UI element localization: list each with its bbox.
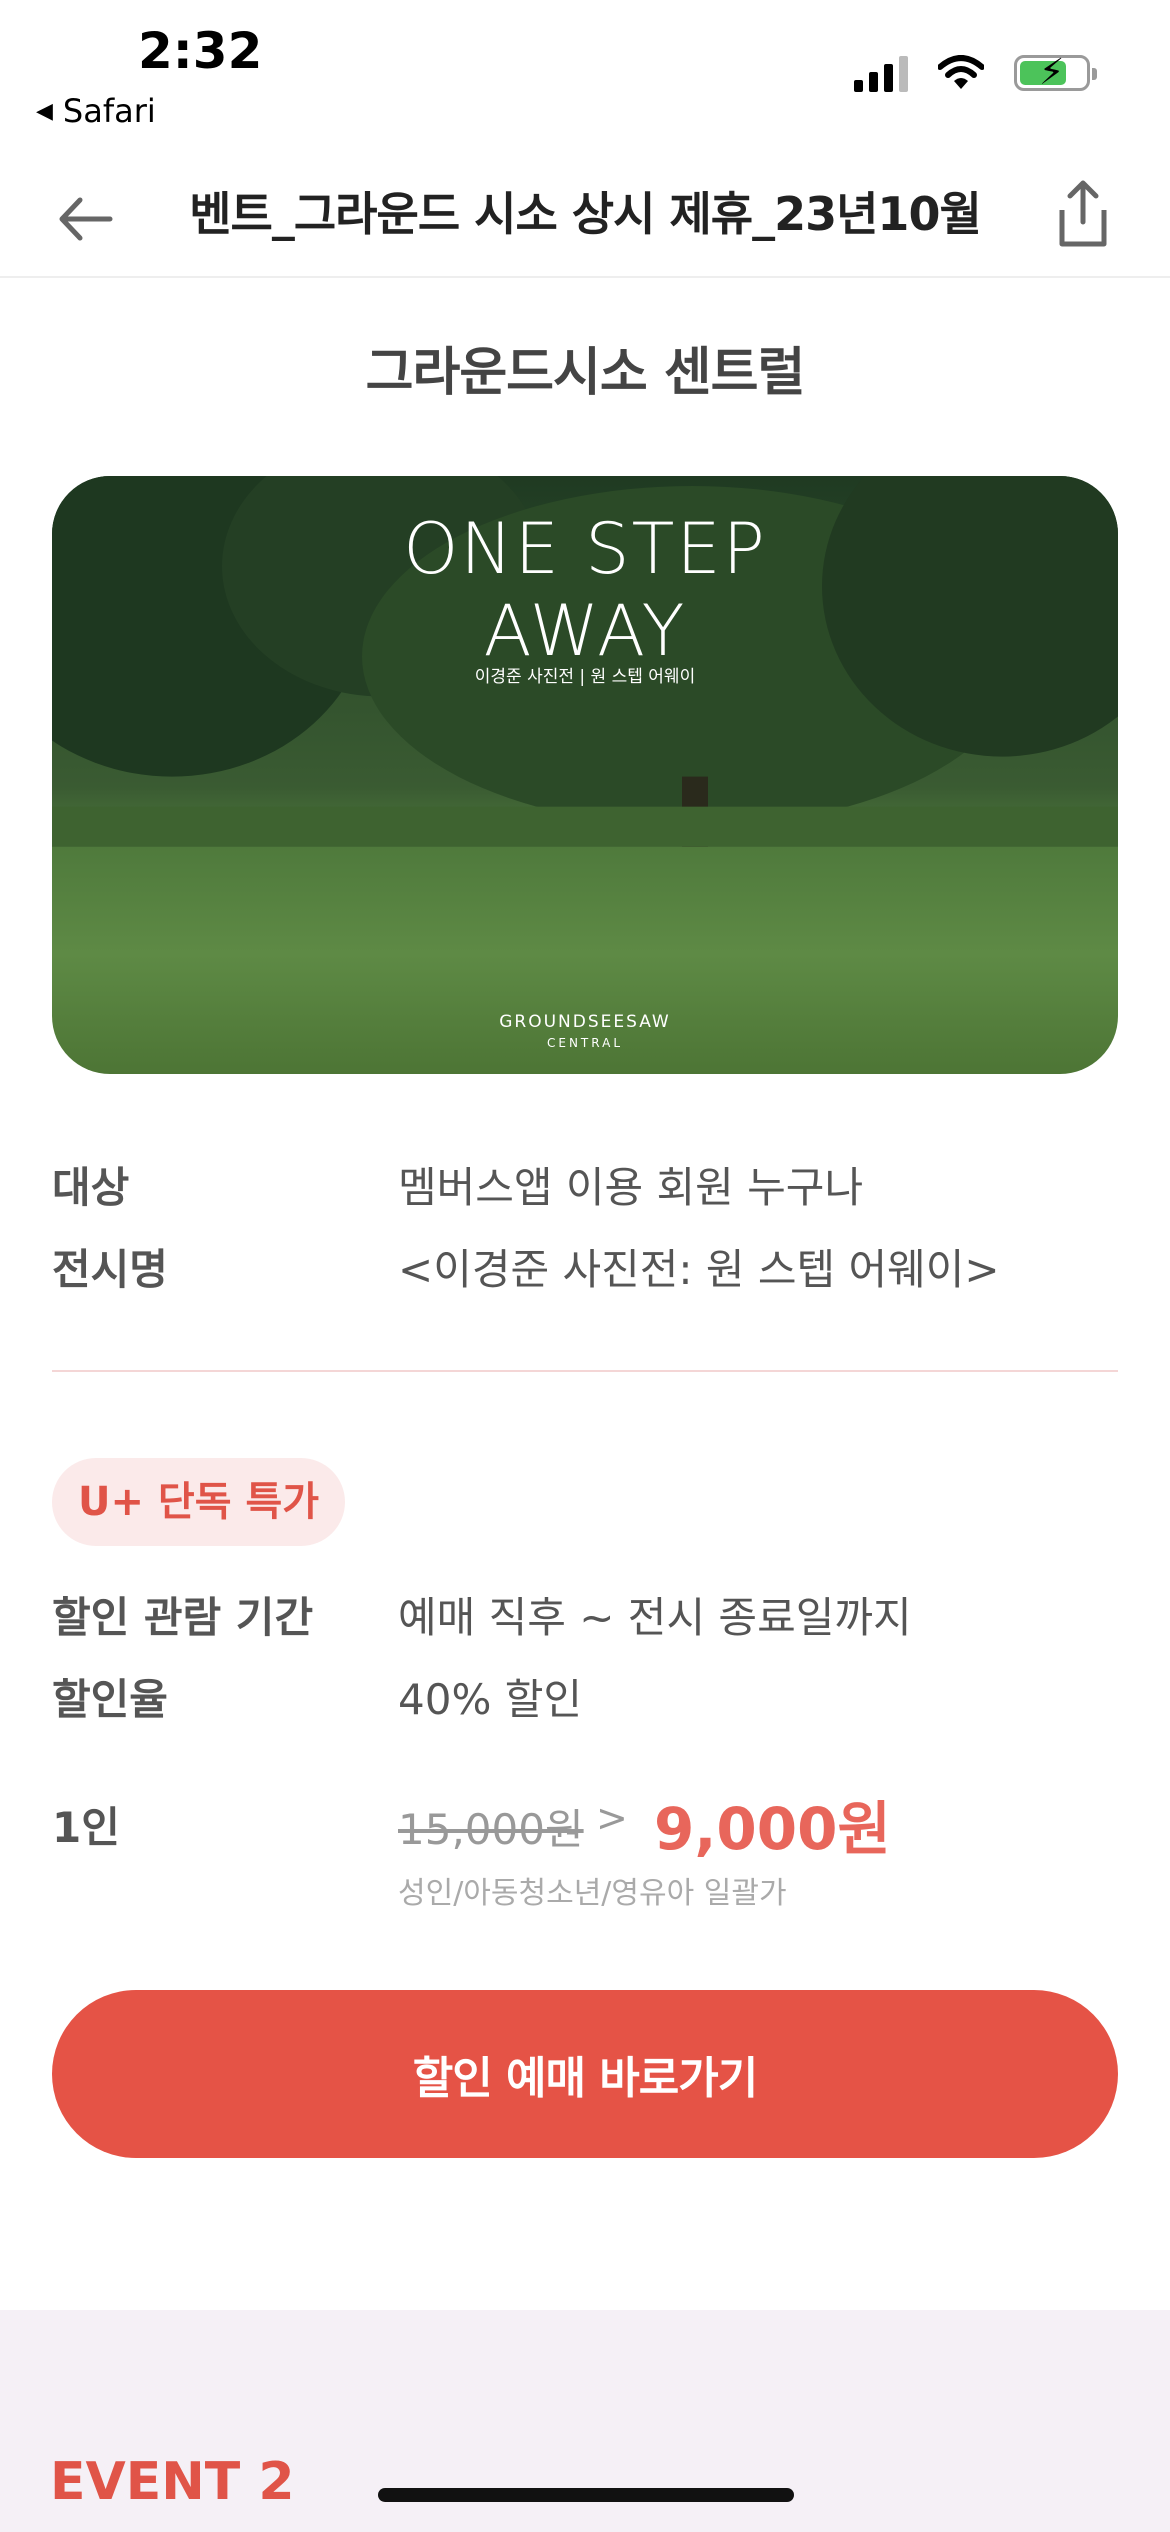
original-price: 15,000원 xyxy=(398,1805,584,1854)
status-icons: ⚡ xyxy=(854,52,1097,93)
back-arrow-icon[interactable] xyxy=(52,184,122,254)
info-row-target: 대상 멤버스앱 이용 회원 누구나 xyxy=(52,1154,1118,1215)
divider xyxy=(52,1370,1118,1372)
poster-subtitle: 이경준 사진전 | 원 스텝 어웨이 xyxy=(474,667,696,687)
back-app-label: Safari xyxy=(62,92,156,130)
price-label: 1인 xyxy=(52,1803,120,1852)
nav-header: 벤트_그라운드 시소 상시 제휴_23년10월 xyxy=(0,160,1170,278)
price-note: 성인/아동청소년/영유아 일괄가 xyxy=(398,1876,787,1911)
info-row-rate: 할인율 40% 할인 xyxy=(52,1666,1118,1727)
home-indicator[interactable] xyxy=(378,2488,794,2502)
battery-icon: ⚡ xyxy=(1014,52,1097,93)
info-label: 대상 xyxy=(52,1163,130,1212)
info-value: 예매 직후 ~ 전시 종료일까지 xyxy=(398,1593,912,1642)
event-section-label: EVENT 2 xyxy=(50,2452,295,2512)
poster-brand-sub: CENTRAL xyxy=(546,1036,623,1050)
share-icon[interactable] xyxy=(1048,176,1118,256)
book-discount-button[interactable]: 할인 예매 바로가기 xyxy=(52,1990,1118,2158)
poster-title-line1: ONE STEP xyxy=(403,508,767,590)
info-row-exhibition: 전시명 <이경준 사진전: 원 스텝 어웨이> xyxy=(52,1236,1118,1297)
back-to-safari[interactable]: ◀ Safari xyxy=(36,92,156,130)
poster-brand: GROUNDSEESAW xyxy=(499,1012,671,1032)
info-label: 할인율 xyxy=(52,1675,168,1724)
page-title: 벤트_그라운드 시소 상시 제휴_23년10월 xyxy=(189,187,982,241)
info-label: 전시명 xyxy=(52,1245,168,1294)
wifi-icon xyxy=(938,55,984,89)
info-value: 멤버스앱 이용 회원 누구나 xyxy=(398,1163,864,1212)
exclusive-badge: U+ 단독 특가 xyxy=(52,1458,346,1546)
back-triangle-icon: ◀ xyxy=(36,98,53,124)
exhibition-poster: ONE STEP AWAY 이경준 사진전 | 원 스텝 어웨이 GROUNDS… xyxy=(52,476,1118,1074)
info-row-period: 할인 관람 기간 예매 직후 ~ 전시 종료일까지 xyxy=(52,1584,1118,1645)
cellular-signal-icon xyxy=(854,54,908,92)
info-value: 40% 할인 xyxy=(398,1675,582,1724)
info-label: 할인 관람 기간 xyxy=(52,1593,314,1642)
poster-title: ONE STEP AWAY xyxy=(52,508,1118,672)
status-time: 2:32 xyxy=(138,22,263,80)
poster-title-line2: AWAY xyxy=(483,590,687,672)
info-value: <이경준 사진전: 원 스텝 어웨이> xyxy=(398,1245,1000,1294)
discount-price: 9,000원 xyxy=(654,1795,891,1863)
venue-title: 그라운드시소 센트럴 xyxy=(365,343,806,403)
price-arrow: > xyxy=(596,1796,628,1840)
